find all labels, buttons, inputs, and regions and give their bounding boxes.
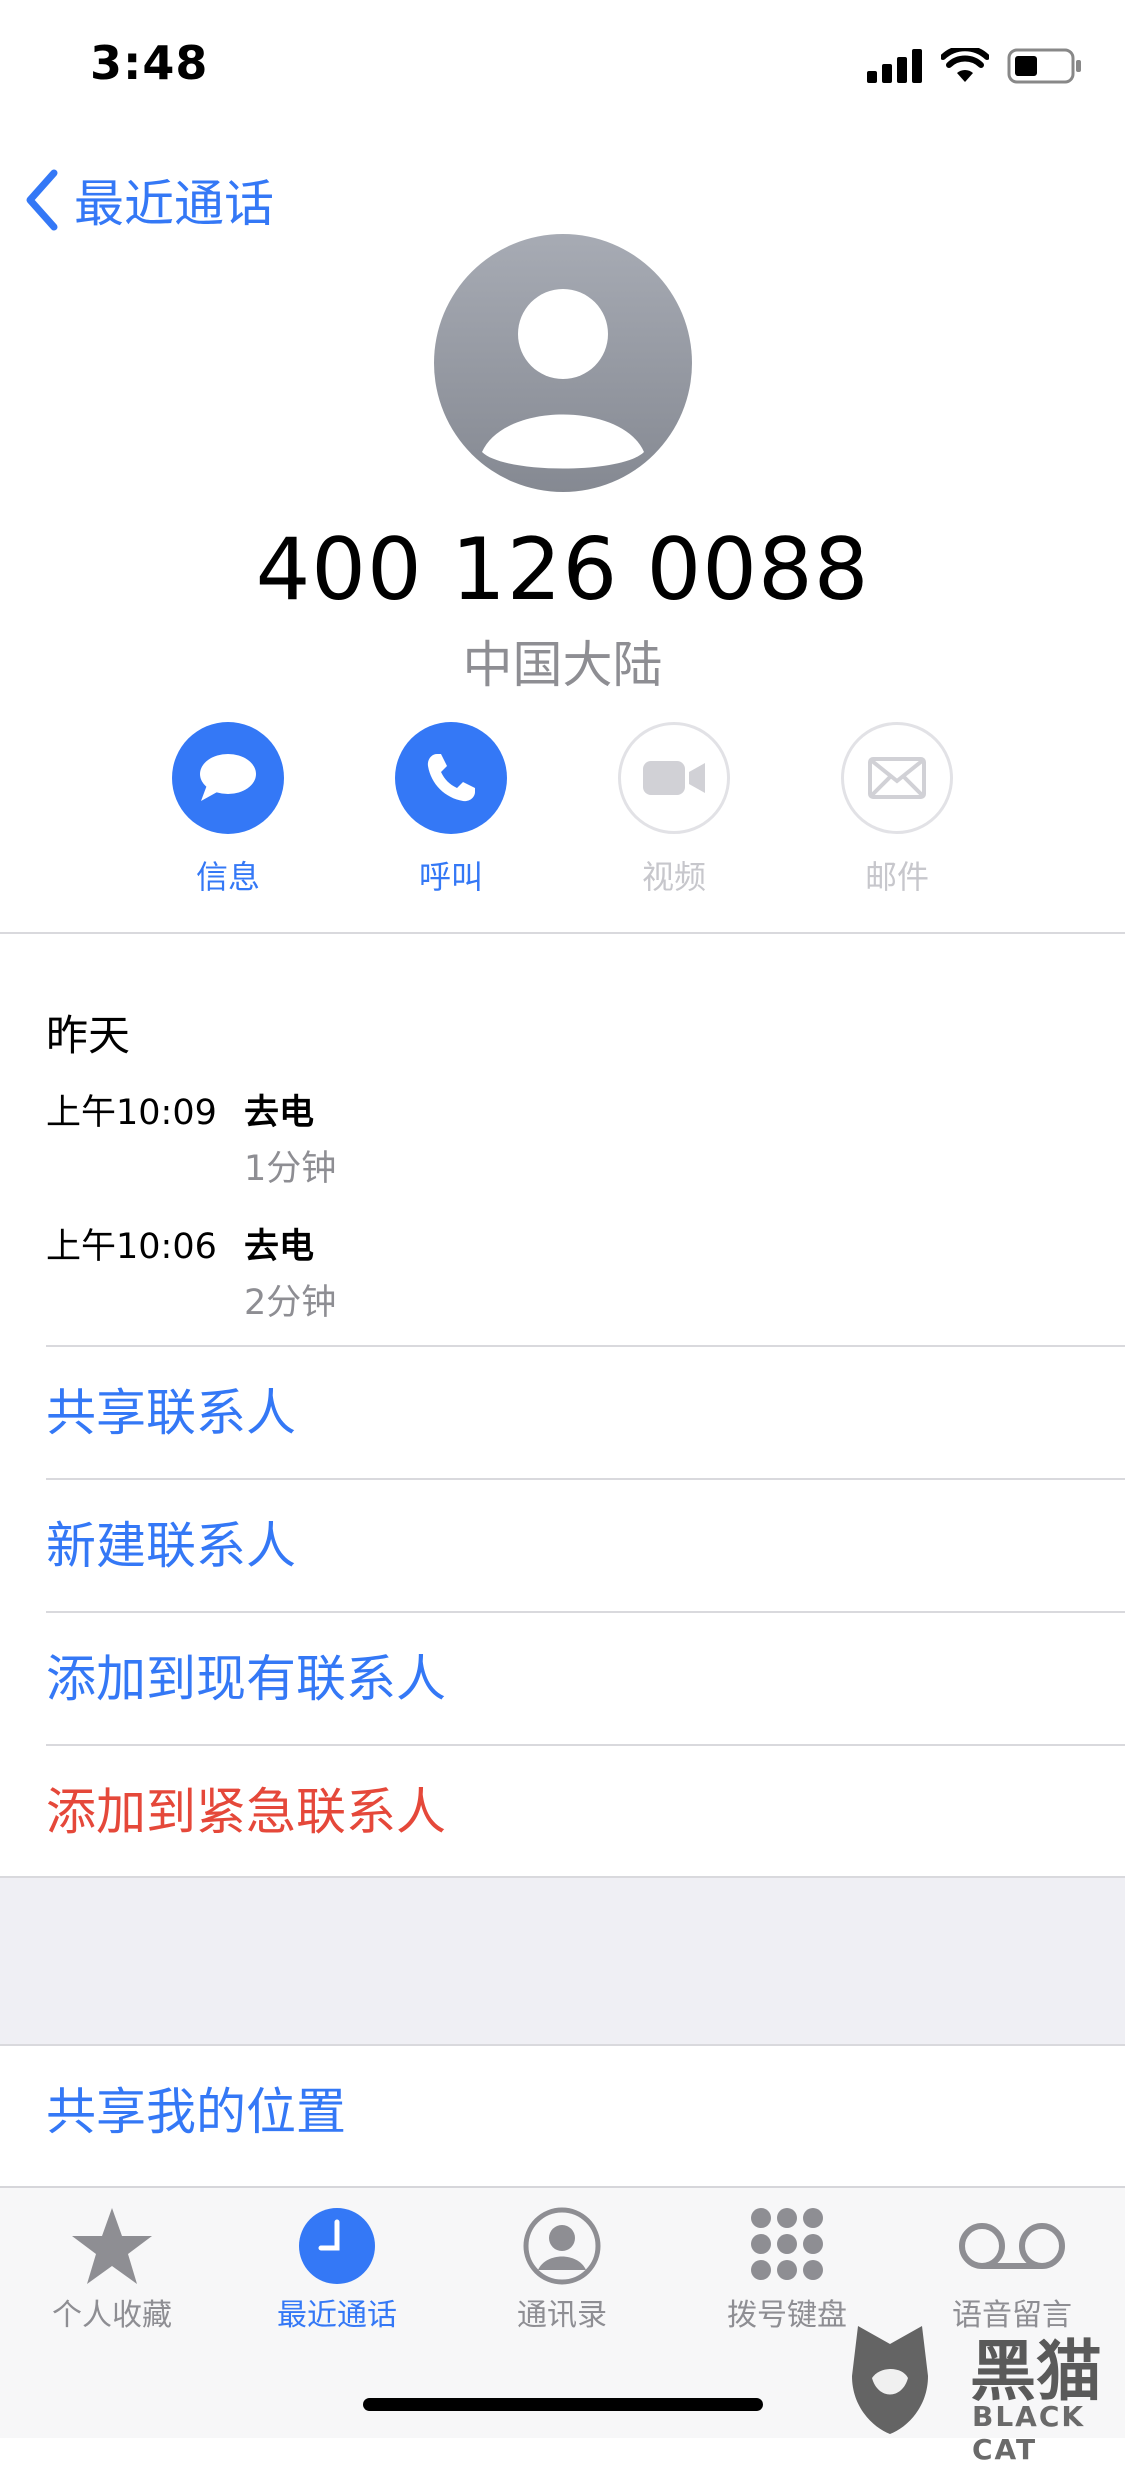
chevron-left-icon xyxy=(26,169,58,231)
call-duration: 1分钟 xyxy=(244,1149,337,1189)
status-time: 3:48 xyxy=(90,36,209,90)
history-day: 昨天 xyxy=(46,1011,131,1060)
share-contact-button[interactable]: 共享联系人 xyxy=(46,1347,296,1479)
call-action[interactable]: 呼叫 xyxy=(371,722,531,898)
add-to-emergency-contact-button[interactable]: 添加到紧急联系人 xyxy=(46,1746,446,1878)
section-divider xyxy=(0,1876,1125,1878)
tab-recents[interactable]: 最近通话 xyxy=(242,2204,432,2334)
wifi-icon xyxy=(941,48,989,82)
star-icon xyxy=(72,2208,152,2284)
cellular-signal-icon xyxy=(867,49,922,83)
home-indicator[interactable] xyxy=(363,2398,763,2411)
back-label: 最近通话 xyxy=(74,175,274,233)
message-label: 信息 xyxy=(195,858,260,896)
tab-label: 个人收藏 xyxy=(52,2298,172,2333)
status-icons xyxy=(867,44,1083,88)
add-to-existing-contact-button[interactable]: 添加到现有联系人 xyxy=(46,1613,446,1745)
mail-icon xyxy=(868,757,926,799)
back-button[interactable]: 最近通话 xyxy=(24,160,274,240)
call-time: 上午10:06 xyxy=(46,1227,217,1267)
call-type: 去电 xyxy=(244,1093,315,1133)
section-divider xyxy=(0,932,1125,934)
battery-icon xyxy=(1007,48,1081,84)
video-icon xyxy=(643,761,705,795)
phone-icon xyxy=(427,754,475,802)
section-spacer xyxy=(0,1878,1125,2044)
call-time: 上午10:09 xyxy=(46,1093,217,1133)
call-duration: 2分钟 xyxy=(244,1283,337,1323)
contact-avatar xyxy=(434,234,692,492)
voicemail-icon xyxy=(959,2223,1065,2269)
tab-contacts[interactable]: 通讯录 xyxy=(467,2204,657,2334)
clock-icon xyxy=(299,2208,375,2284)
call-type: 去电 xyxy=(244,1227,315,1267)
tab-keypad[interactable]: 拨号键盘 xyxy=(692,2204,882,2334)
tab-voicemail[interactable]: 语音留言 xyxy=(917,2204,1107,2334)
phone-region: 中国大陆 xyxy=(462,636,663,694)
person-silhouette-icon xyxy=(482,289,644,469)
tab-favorites[interactable]: 个人收藏 xyxy=(17,2204,207,2334)
video-label: 视频 xyxy=(641,858,706,896)
mail-action: 邮件 xyxy=(817,722,977,898)
new-contact-button[interactable]: 新建联系人 xyxy=(46,1480,296,1612)
watermark-subtext: BLACK CAT xyxy=(972,2400,1086,2466)
message-icon xyxy=(200,754,256,801)
tab-label: 最近通话 xyxy=(277,2298,397,2333)
keypad-icon xyxy=(751,2208,823,2280)
call-label: 呼叫 xyxy=(418,858,483,896)
video-action: 视频 xyxy=(594,722,754,898)
tab-label: 通讯录 xyxy=(517,2298,607,2333)
phone-number: 400 126 0088 xyxy=(255,520,870,620)
contacts-icon xyxy=(523,2207,601,2285)
mail-label: 邮件 xyxy=(864,858,929,896)
message-action[interactable]: 信息 xyxy=(148,722,308,898)
share-my-location-button[interactable]: 共享我的位置 xyxy=(46,2046,346,2178)
